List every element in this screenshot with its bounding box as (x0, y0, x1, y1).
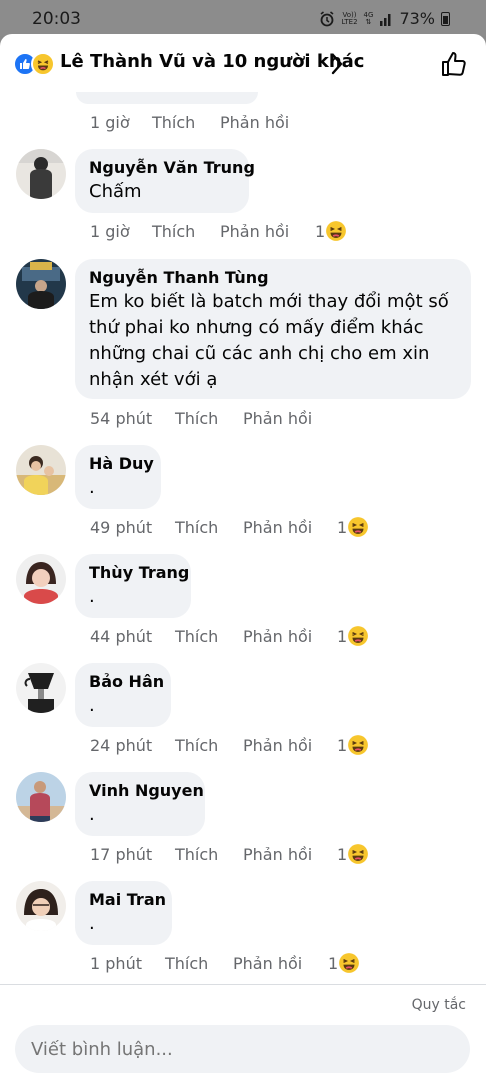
comment-time: 1 giờ (90, 113, 130, 132)
reaction-icons (13, 52, 57, 76)
reactions-header[interactable]: Lê Thành Vũ và 10 người khác (0, 34, 486, 94)
network-type: 4G ⇅ (363, 10, 374, 26)
comment-text: . (89, 586, 95, 607)
haha-reaction-icon (348, 844, 369, 864)
status-time: 20:03 (32, 9, 81, 29)
avatar[interactable] (16, 554, 66, 604)
volte-indicator: Vo)) LTE2 (341, 10, 358, 26)
commenter-name[interactable]: Thùy Trang (89, 563, 189, 582)
comment-text: Em ko biết là batch mới thay đổi một số … (89, 291, 449, 390)
reply-button[interactable]: Phản hồi (220, 113, 289, 132)
status-icons: Vo)) LTE2 4G ⇅ 73% (319, 9, 450, 28)
reaction-count-value: 1 (337, 517, 348, 537)
comment-bubble[interactable]: Nguyễn Thanh Tùng Em ko biết là batch mớ… (75, 259, 471, 399)
haha-reaction-icon (348, 517, 369, 537)
comment-input[interactable] (15, 1025, 470, 1073)
comment-time: 54 phút (90, 409, 153, 428)
like-button[interactable]: Thích (175, 518, 218, 537)
chevron-right-icon[interactable] (330, 52, 344, 76)
comment-time: 1 giờ (90, 222, 130, 241)
haha-reaction-icon (31, 52, 55, 76)
comment-bubble[interactable]: Vinh Nguyen . (75, 772, 205, 836)
comments-sheet: Lê Thành Vũ và 10 người khác 1 giờ Thích… (0, 34, 486, 1080)
rules-link[interactable]: Quy tắc (412, 997, 466, 1013)
status-bar: 20:03 Vo)) LTE2 4G ⇅ 73% (0, 0, 486, 36)
avatar[interactable] (16, 663, 66, 713)
comment-text: . (89, 804, 95, 825)
reply-button[interactable]: Phản hồi (243, 627, 312, 646)
reaction-count[interactable]: 1 (337, 516, 369, 538)
commenter-name[interactable]: Vinh Nguyen (89, 781, 204, 800)
reaction-count-value: 1 (337, 626, 348, 646)
comment-bubble[interactable]: Thùy Trang . (75, 554, 191, 618)
comment-text: . (89, 477, 95, 498)
like-button[interactable]: Thích (175, 409, 218, 428)
comment-text: . (89, 913, 95, 934)
comment-bubble[interactable]: Nguyễn Văn Trung Chấm (75, 149, 255, 213)
like-button[interactable]: Thích (152, 113, 195, 132)
comment-time: 24 phút (90, 736, 153, 755)
avatar[interactable] (16, 445, 66, 495)
reply-button[interactable]: Phản hồi (243, 736, 312, 755)
avatar[interactable] (16, 259, 66, 309)
comment-bubble[interactable]: Hà Duy . (75, 445, 161, 509)
like-button[interactable]: Thích (165, 954, 208, 973)
haha-reaction-icon (326, 221, 347, 241)
commenter-name[interactable]: Hà Duy (89, 454, 154, 473)
commenter-name[interactable]: Nguyễn Thanh Tùng (89, 268, 458, 287)
haha-reaction-icon (348, 735, 369, 755)
alarm-icon (320, 10, 334, 26)
like-button[interactable]: Thích (175, 845, 218, 864)
reaction-count-value: 1 (337, 735, 348, 755)
reaction-count[interactable]: 1 (337, 734, 369, 756)
reaction-count[interactable]: 1 (337, 843, 369, 865)
reaction-count[interactable]: 1 (315, 220, 347, 242)
comment-text: Chấm (89, 181, 142, 202)
comment-time: 44 phút (90, 627, 153, 646)
avatar[interactable] (16, 149, 66, 199)
like-button[interactable]: Thích (152, 222, 195, 241)
reaction-count[interactable]: 1 (337, 625, 369, 647)
reaction-count[interactable]: 1 (328, 952, 360, 974)
comment-time: 1 phút (90, 954, 142, 973)
commenter-name[interactable]: Mai Tran (89, 890, 166, 909)
reaction-count-value: 1 (337, 844, 348, 864)
thumbs-up-icon[interactable] (440, 50, 468, 78)
comment-bubble[interactable]: Bảo Hân . (75, 663, 171, 727)
reply-button[interactable]: Phản hồi (233, 954, 302, 973)
avatar[interactable] (16, 881, 66, 931)
reactors-title[interactable]: Lê Thành Vũ và 10 người khác (60, 51, 364, 72)
like-button[interactable]: Thích (175, 736, 218, 755)
comment-composer: Quy tắc (0, 984, 486, 1080)
reply-button[interactable]: Phản hồi (243, 518, 312, 537)
commenter-name[interactable]: Nguyễn Văn Trung (89, 158, 255, 177)
like-button[interactable]: Thích (175, 627, 218, 646)
comment-time: 49 phút (90, 518, 153, 537)
commenter-name[interactable]: Bảo Hân (89, 672, 164, 691)
signal-icon (380, 13, 391, 26)
reaction-count-value: 1 (315, 221, 326, 241)
reply-button[interactable]: Phản hồi (243, 409, 312, 428)
battery-percent: 73% (399, 9, 435, 28)
comment-bubble[interactable]: Mai Tran . (75, 881, 172, 945)
comment-time: 17 phút (90, 845, 153, 864)
avatar[interactable] (16, 772, 66, 822)
reaction-count-value: 1 (328, 953, 339, 973)
reply-button[interactable]: Phản hồi (220, 222, 289, 241)
reply-button[interactable]: Phản hồi (243, 845, 312, 864)
haha-reaction-icon (339, 953, 360, 973)
haha-reaction-icon (348, 626, 369, 646)
partial-comment-bubble (76, 92, 258, 104)
battery-icon (441, 11, 450, 26)
comment-text: . (89, 695, 95, 716)
